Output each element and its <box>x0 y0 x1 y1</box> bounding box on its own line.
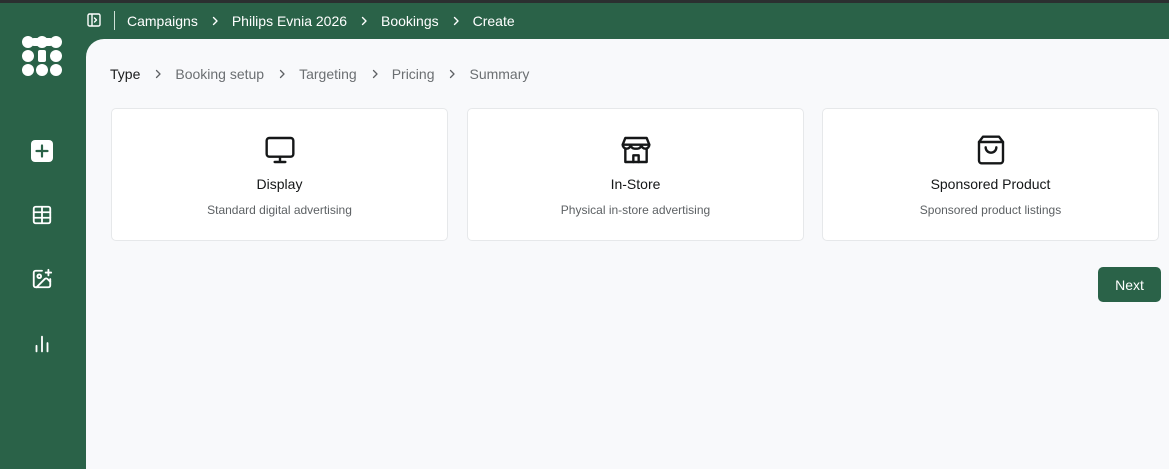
card-title: Sponsored Product <box>930 176 1051 192</box>
step-summary[interactable]: Summary <box>469 66 529 82</box>
breadcrumb-campaigns[interactable]: Campaigns <box>127 13 198 29</box>
breadcrumb: Campaigns Philips Evnia 2026 Bookings Cr… <box>127 3 515 39</box>
header-divider <box>114 11 115 30</box>
monitor-icon <box>264 136 295 164</box>
table-icon <box>32 205 52 225</box>
breadcrumb-bookings[interactable]: Bookings <box>381 13 439 29</box>
sidebar-item-reports[interactable] <box>29 331 55 357</box>
sidebar-item-media[interactable] <box>29 266 55 292</box>
chevron-right-icon <box>453 16 459 26</box>
plus-square-icon <box>31 140 53 162</box>
step-indicator: Type Booking setup Targeting Pricing Sum… <box>110 66 529 82</box>
header: Campaigns Philips Evnia 2026 Bookings Cr… <box>86 3 1169 39</box>
step-booking-setup[interactable]: Booking setup <box>175 66 264 82</box>
card-title: In-Store <box>610 176 661 192</box>
booking-type-card-display[interactable]: Display Standard digital advertising <box>111 108 448 241</box>
shopping-bag-icon <box>977 135 1004 165</box>
next-button[interactable]: Next <box>1098 267 1161 302</box>
chevron-right-icon <box>212 16 218 26</box>
step-targeting[interactable]: Targeting <box>299 66 357 82</box>
sidebar <box>0 3 86 469</box>
store-icon <box>620 136 651 164</box>
bar-chart-icon <box>35 335 49 353</box>
card-title: Display <box>256 176 303 192</box>
app-logo-icon[interactable] <box>22 36 62 76</box>
sidebar-item-create[interactable] <box>29 138 55 164</box>
card-description: Sponsored product listings <box>919 203 1062 217</box>
sidebar-toggle-icon[interactable] <box>87 13 101 27</box>
chevron-right-icon <box>279 69 285 79</box>
image-plus-icon <box>32 268 53 289</box>
booking-type-card-in-store[interactable]: In-Store Physical in-store advertising <box>467 108 804 241</box>
chevron-right-icon <box>450 69 456 79</box>
card-description: Standard digital advertising <box>207 203 352 217</box>
step-type[interactable]: Type <box>110 66 140 82</box>
sidebar-item-table[interactable] <box>29 202 55 228</box>
step-pricing[interactable]: Pricing <box>392 66 435 82</box>
card-description: Physical in-store advertising <box>560 203 711 217</box>
booking-type-card-sponsored-product[interactable]: Sponsored Product Sponsored product list… <box>822 108 1159 241</box>
breadcrumb-campaign[interactable]: Philips Evnia 2026 <box>232 13 347 29</box>
chevron-right-icon <box>156 69 162 79</box>
breadcrumb-create: Create <box>472 13 515 29</box>
chevron-right-icon <box>361 16 367 26</box>
main-content: Type Booking setup Targeting Pricing Sum… <box>86 39 1169 469</box>
chevron-right-icon <box>372 69 378 79</box>
